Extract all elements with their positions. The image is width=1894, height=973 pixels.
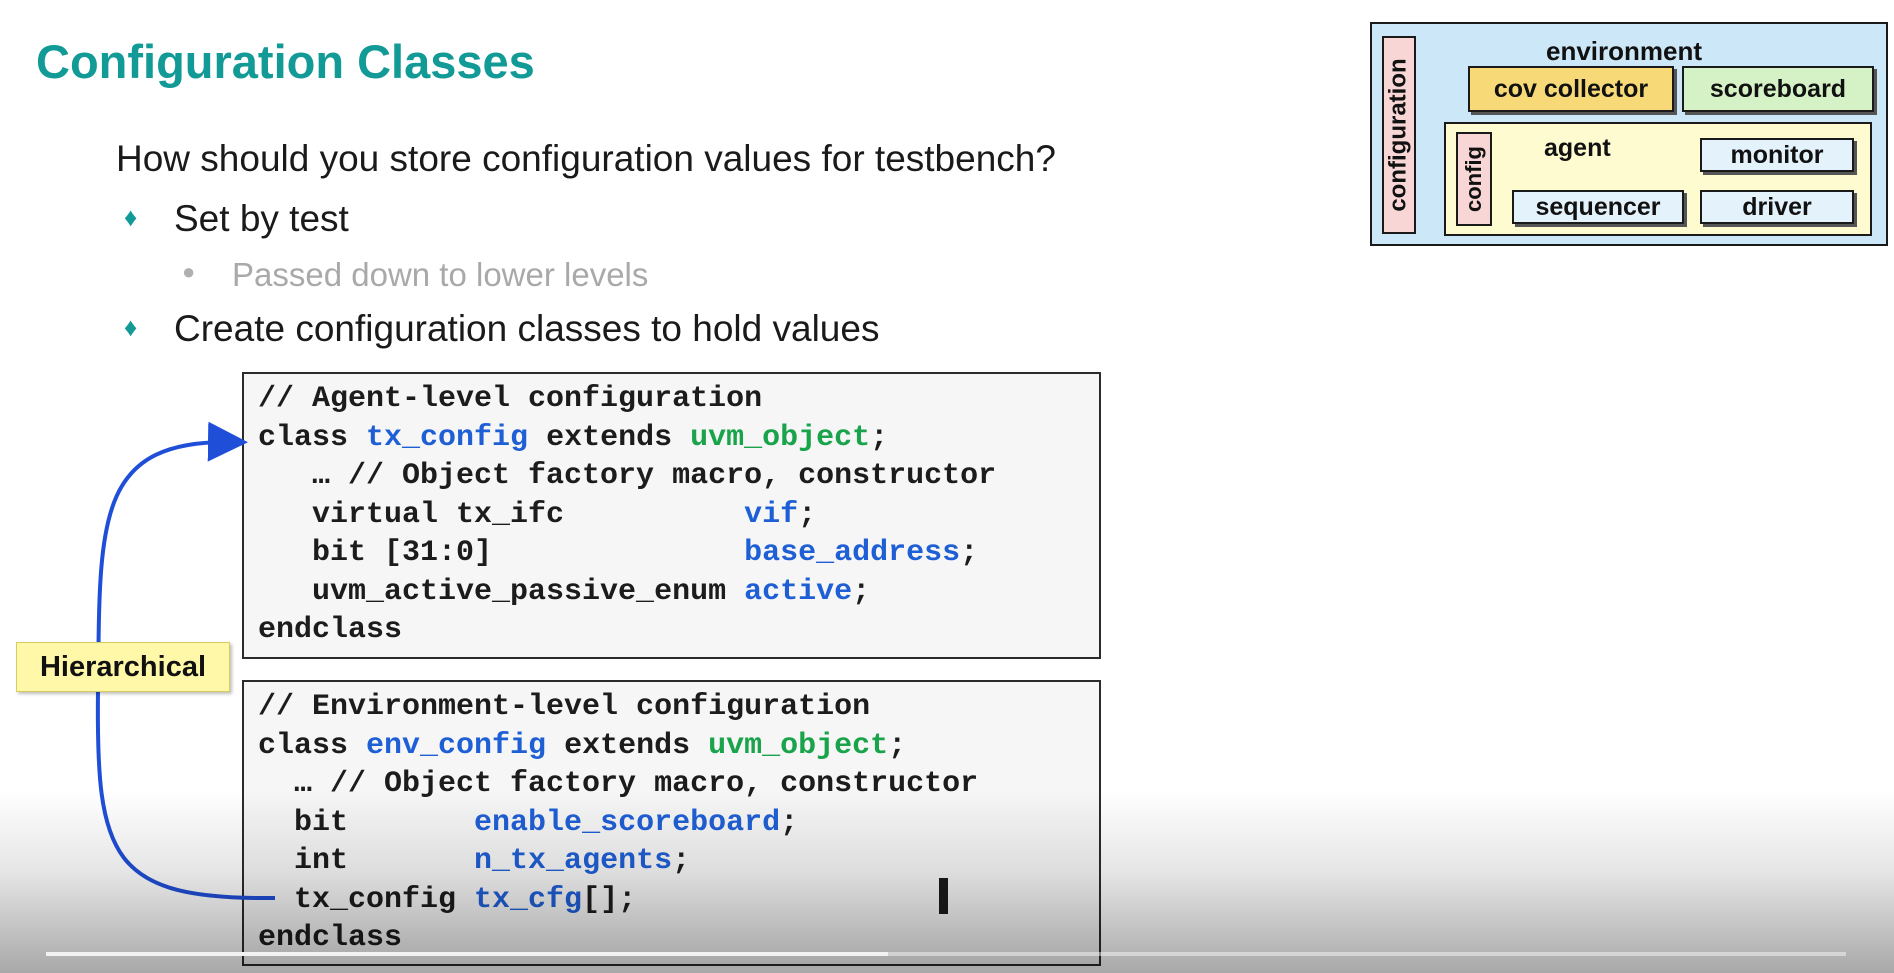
configuration-label: configuration — [1385, 58, 1413, 212]
monitor-box: monitor — [1700, 138, 1854, 172]
config-label: config — [1461, 146, 1486, 212]
driver-box: driver — [1700, 190, 1854, 224]
video-progress-bar[interactable] — [46, 952, 1846, 956]
text-cursor — [939, 878, 948, 914]
uvm-architecture-diagram: configuration environment cov collector … — [1370, 22, 1888, 246]
config-block: config — [1456, 132, 1492, 226]
agent-panel: config agent monitor sequencer driver — [1444, 122, 1872, 236]
video-progress-fill — [46, 952, 889, 956]
environment-label: environment — [1546, 36, 1703, 66]
scoreboard-box: scoreboard — [1682, 66, 1874, 112]
configuration-block: configuration — [1382, 36, 1416, 234]
cov-collector-box: cov collector — [1468, 66, 1674, 112]
agent-label: agent — [1544, 134, 1611, 162]
sequencer-box: sequencer — [1512, 190, 1684, 224]
hierarchical-label: Hierarchical — [16, 642, 230, 692]
